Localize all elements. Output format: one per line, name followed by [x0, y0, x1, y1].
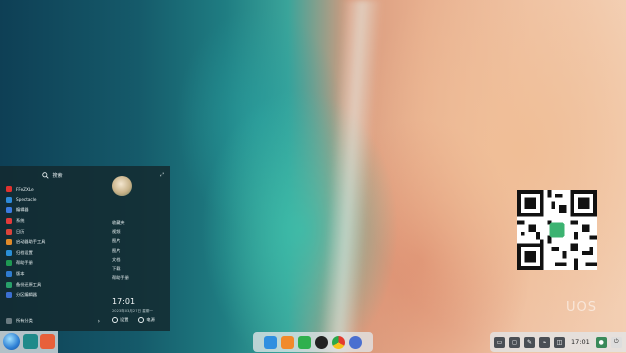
tray-icon[interactable]: ▭: [494, 336, 505, 348]
wallpaper-surf: [317, 0, 383, 353]
expand-icon[interactable]: ⤢: [160, 172, 164, 178]
partition-editor-icon: [6, 292, 12, 299]
shortcut-list: 收藏夹 视频 图片 图片 文档 下载 帮助手册: [112, 218, 129, 283]
app-list-item[interactable]: 归档设置: [3, 248, 103, 259]
search-placeholder: 搜索: [52, 172, 63, 179]
app-list-item[interactable]: 帮助手册: [3, 258, 103, 269]
shortcut-item[interactable]: 图片: [112, 237, 129, 246]
app-list-item[interactable]: 系统: [3, 216, 103, 227]
app-list: FFeZXLe Spectacle 编辑器 系统 日历 启动器助手工具 归档设置…: [3, 184, 103, 301]
taskbar-left: [0, 331, 58, 353]
start-menu: 搜索 FFeZXLe Spectacle 编辑器 系统 日历 启动器助手工具 归…: [0, 166, 170, 331]
power-icon: [138, 317, 145, 323]
archive-settings-icon: [6, 249, 12, 256]
system-tray: ▭ ◻ ✎ ⌁ ◫ 17:01 ● ⏻: [490, 332, 626, 352]
app-list-item[interactable]: FFeZXLe: [3, 184, 103, 195]
launcher-helper-icon: [6, 239, 12, 246]
app-list-item[interactable]: 编辑器: [3, 205, 103, 216]
wifi-icon[interactable]: [264, 335, 277, 349]
tray-icon[interactable]: ✎: [524, 336, 535, 348]
app-list-item[interactable]: 备份还原工具: [3, 279, 103, 290]
shortcut-item[interactable]: 收藏夹: [112, 218, 129, 227]
calendar-icon: [6, 228, 12, 235]
start-menu-clock: 17:01: [112, 297, 136, 306]
spectacle-icon: [6, 196, 12, 203]
app-list-item[interactable]: 版本: [3, 269, 103, 280]
tray-icon[interactable]: ◻: [509, 336, 520, 348]
app-list-item[interactable]: 日历: [3, 226, 103, 237]
multitask-view-icon[interactable]: [23, 334, 38, 349]
version-icon: [6, 271, 12, 278]
settings-icon[interactable]: [349, 335, 362, 349]
tray-icon[interactable]: ◫: [554, 336, 565, 348]
avatar[interactable]: [112, 176, 132, 196]
power-menu-icon[interactable]: ⏻: [610, 336, 622, 348]
search-icon: [42, 171, 50, 179]
shortcut-item[interactable]: 下载: [112, 264, 129, 273]
tray-icon[interactable]: ⌁: [539, 336, 550, 348]
editor-icon: [6, 207, 12, 214]
workspace-icon[interactable]: [40, 334, 55, 349]
app-list-item[interactable]: Spectacle: [3, 195, 103, 206]
start-menu-date: 2023年03月27日 星期一: [112, 309, 153, 313]
gear-icon: [112, 317, 118, 323]
all-categories-label: 所有分类: [16, 318, 33, 323]
store-icon[interactable]: [298, 335, 311, 349]
music-icon[interactable]: [315, 335, 328, 349]
shortcut-item[interactable]: 文档: [112, 255, 129, 264]
chevron-right-icon: ›: [97, 317, 100, 325]
grid-icon: [6, 318, 12, 324]
app-red-icon: [6, 186, 12, 193]
qr-code-image: [517, 190, 597, 270]
shortcut-item[interactable]: 视频: [112, 227, 129, 236]
shortcut-item[interactable]: 帮助手册: [112, 274, 129, 283]
notification-icon[interactable]: ●: [595, 336, 607, 348]
tray-clock[interactable]: 17:01: [571, 338, 590, 346]
help-manual-icon: [6, 260, 12, 267]
all-categories-button[interactable]: 所有分类 ›: [3, 316, 106, 326]
dock: [253, 332, 373, 352]
launcher-button[interactable]: [3, 333, 20, 350]
shortcut-item[interactable]: 图片: [112, 246, 129, 255]
settings-button[interactable]: 设置: [112, 317, 128, 323]
uos-watermark: UOS: [566, 300, 597, 315]
app-list-item[interactable]: 分区编辑器: [3, 290, 103, 301]
start-menu-side-pane: ⤢ 收藏夹 视频 图片 图片 文档 下载 帮助手册 17:01 2023年03月…: [106, 166, 170, 331]
app-list-item[interactable]: 启动器助手工具: [3, 237, 103, 248]
qr-code-widget: [517, 190, 597, 270]
chrome-icon[interactable]: [332, 335, 345, 349]
power-button[interactable]: 电源: [138, 317, 155, 323]
start-menu-search[interactable]: 搜索: [0, 166, 105, 184]
backup-restore-icon: [6, 281, 12, 288]
system-icon: [6, 218, 12, 225]
power-row: 设置 电源: [112, 317, 155, 323]
folder-icon[interactable]: [281, 335, 294, 349]
